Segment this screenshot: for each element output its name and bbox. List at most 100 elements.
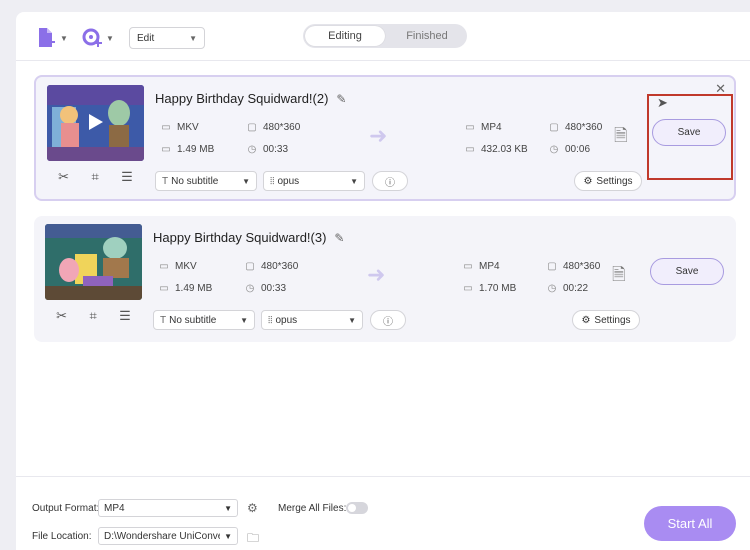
video-icon: ▭ [463,261,473,272]
chevron-down-icon: ▼ [224,503,232,513]
clock-icon: ◷ [549,144,559,155]
settings-label: Settings [594,314,631,326]
top-toolbar: ▼ ▼ Edit ▼ Editing Finished [16,12,750,62]
target-size: ▭ 1.70 MB [462,283,516,294]
info-icon: ⓘ [385,177,395,189]
audio-dropdown[interactable]: ⦙⦙ opus ▼ [263,171,365,191]
source-format: ▭ MKV [158,261,196,272]
source-duration: ◷ 00:33 [246,144,288,155]
output-format-value: MP4 [104,502,125,514]
edit-mode-select[interactable]: Edit ▼ [129,27,205,49]
merge-label: Merge All Files: [278,503,347,514]
output-settings-gear-icon[interactable]: ⚙ [247,501,258,515]
source-resolution: ▢ 480*360 [244,261,298,272]
subtitle-value: No subtitle [171,175,219,187]
file-title-row: Happy Birthday Squidward!(3) ✎ [153,230,344,245]
start-all-button[interactable]: Start All [644,506,736,541]
target-resolution: ▢ 480*360 [548,122,602,133]
source-resolution: ▢ 480*360 [246,122,300,133]
subtitle-icon: T [160,314,167,326]
target-size-value: 432.03 KB [481,144,528,155]
file-location-value: D:\Wondershare UniConverter 1 [104,530,220,542]
target-duration-value: 00:22 [563,283,589,294]
tab-finished[interactable]: Finished [387,24,467,48]
merge-toggle[interactable] [346,502,368,514]
scissors-icon[interactable]: ✂ [58,169,69,185]
thumbnail-tools: ✂ ⌗ ☰ [45,308,142,324]
chevron-down-icon: ▼ [348,315,356,325]
output-settings-icon[interactable]: 🗎 [612,262,626,291]
file-card[interactable]: ✂ ⌗ ☰ Happy Birthday Squidward!(3) ✎ ▭ MK… [34,216,736,342]
file-title: Happy Birthday Squidward!(3) [153,230,327,245]
effects-icon[interactable]: ☰ [121,169,133,185]
subtitle-dropdown[interactable]: T No subtitle ▼ [153,310,255,330]
target-size: ▭ 432.03 KB [464,144,528,155]
info-icon: ⓘ [383,316,393,328]
status-tabs: Editing Finished [303,24,467,48]
output-format-select[interactable]: MP4 ▼ [98,499,238,517]
save-button[interactable]: Save [650,258,724,285]
edit-icon[interactable]: ✎ [334,231,344,245]
settings-button[interactable]: ⚙ Settings [574,171,642,191]
folder-icon: ▭ [463,283,473,294]
add-files-button[interactable]: ▼ [36,26,68,50]
chevron-down-icon: ▼ [224,531,232,541]
effects-icon[interactable]: ☰ [119,308,131,324]
clock-icon: ◷ [247,144,257,155]
folder-icon: ▭ [161,144,171,155]
target-format: ▭ MP4 [462,261,499,272]
edit-mode-value: Edit [137,32,155,44]
chevron-down-icon: ▼ [240,315,248,325]
audio-wave-icon: ⦙⦙ [270,175,275,187]
file-title-row: Happy Birthday Squidward!(2) ✎ [155,91,346,106]
output-settings-icon[interactable]: 🗎 [614,123,628,152]
source-format-value: MKV [177,122,199,133]
crop-icon[interactable]: ⌗ [91,169,98,185]
audio-value: opus [275,314,298,326]
video-thumbnail[interactable] [47,85,144,161]
settings-label: Settings [596,175,633,187]
edit-icon[interactable]: ✎ [336,92,346,106]
resolution-icon: ▢ [547,261,557,272]
audio-dropdown[interactable]: ⦙⦙ opus ▼ [261,310,363,330]
source-size: ▭ 1.49 MB [158,283,212,294]
chevron-down-icon: ▼ [106,33,114,43]
settings-button[interactable]: ⚙ Settings [572,310,640,330]
app-window: ▼ ▼ Edit ▼ Editing Finished ✂ ⌗ ☰ Happy … [16,12,750,550]
video-icon: ▭ [465,122,475,133]
play-icon[interactable] [85,112,105,132]
source-duration-value: 00:33 [261,283,287,294]
subtitle-dropdown[interactable]: T No subtitle ▼ [155,171,257,191]
resolution-icon: ▢ [245,261,255,272]
clock-icon: ◷ [547,283,557,294]
audio-wave-icon: ⦙⦙ [268,314,273,326]
scissors-icon[interactable]: ✂ [56,308,67,324]
folder-icon[interactable]: 🗀 [247,529,259,550]
file-location-select[interactable]: D:\Wondershare UniConverter 1 ▼ [98,527,238,545]
chevron-down-icon: ▼ [189,33,197,43]
source-resolution-value: 480*360 [261,261,299,272]
video-thumbnail[interactable] [45,224,142,300]
convert-arrow-icon: ➜ [369,123,388,148]
gear-icon: ⚙ [583,175,593,187]
source-format: ▭ MKV [160,122,199,133]
source-duration: ◷ 00:33 [244,283,286,294]
source-duration-value: 00:33 [263,144,289,155]
tab-editing[interactable]: Editing [305,26,385,46]
target-duration-value: 00:06 [565,144,591,155]
target-size-value: 1.70 MB [479,283,517,294]
add-media-icon [82,28,102,47]
info-button[interactable]: ⓘ [370,310,406,330]
resolution-icon: ▢ [247,122,257,133]
file-card[interactable]: ✂ ⌗ ☰ Happy Birthday Squidward!(2) ✎ ▭ MK… [34,75,736,201]
folder-icon: ▭ [159,283,169,294]
subtitle-icon: T [162,175,169,187]
source-size: ▭ 1.49 MB [160,144,214,155]
target-duration: ◷ 00:22 [546,283,588,294]
target-format-value: MP4 [481,122,502,133]
add-media-button[interactable]: ▼ [82,26,114,50]
info-button[interactable]: ⓘ [372,171,408,191]
chevron-down-icon: ▼ [350,176,358,186]
crop-icon[interactable]: ⌗ [89,308,96,324]
source-size-value: 1.49 MB [177,144,215,155]
